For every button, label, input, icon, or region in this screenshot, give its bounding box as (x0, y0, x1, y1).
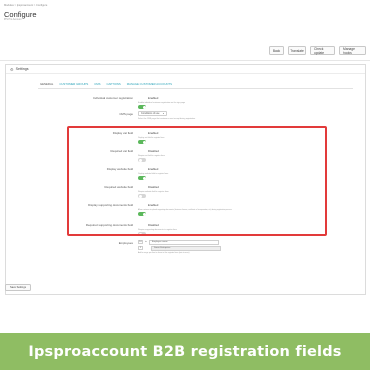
panel-title: Settings (15, 67, 29, 71)
gear-icon: ⚙ (10, 66, 14, 72)
translate-button[interactable]: Translate (288, 46, 306, 55)
chevron-down-icon: ▾ (162, 113, 164, 115)
cms-page-label: CMS page (119, 112, 133, 116)
manage-hooks-button[interactable]: Manage hooks (339, 46, 366, 55)
save-settings-button[interactable]: Save Settings (5, 284, 31, 291)
employees-to-label: to (145, 241, 147, 244)
panel-header: ⚙ Settings (6, 65, 365, 74)
cms-page-select[interactable]: Conditions of use ▾ (138, 111, 167, 116)
toolbar: Back Translate Check update Manage hooks (269, 46, 366, 55)
header-divider (0, 60, 370, 61)
employees-min-input[interactable]: 10 (138, 240, 143, 245)
employees-name-input[interactable]: Employee name (148, 240, 219, 245)
cms-page-help: Select the CMS page that customers must … (138, 118, 196, 120)
breadcrumb: Modules > Ipsproaccount > Configure (4, 4, 48, 7)
individual-registration-label: Individual customer registration (92, 96, 133, 100)
individual-registration-state: Enabled (148, 96, 159, 100)
employees-enterprise-input[interactable]: Some Enterprise (151, 246, 221, 251)
individual-registration-toggle[interactable] (138, 105, 146, 109)
employees-label: Employees (118, 241, 133, 245)
page-subtitle: IPS Pro Account (4, 17, 22, 21)
tabs-underline (38, 87, 353, 89)
employees-row2-input[interactable]: 1 (138, 246, 143, 251)
check-update-button[interactable]: Check update (310, 46, 335, 55)
banner-text: Ipsproaccount B2B registration fields (28, 343, 342, 360)
cms-page-value: Conditions of use (141, 112, 160, 115)
title-banner: Ipsproaccount B2B registration fields (0, 333, 370, 370)
individual-registration-help: Enable individual customer registration … (138, 101, 185, 104)
employees-help: Add a range per line to show in the regi… (138, 252, 190, 254)
highlight-frame (67, 126, 327, 236)
back-button[interactable]: Back (269, 46, 284, 55)
